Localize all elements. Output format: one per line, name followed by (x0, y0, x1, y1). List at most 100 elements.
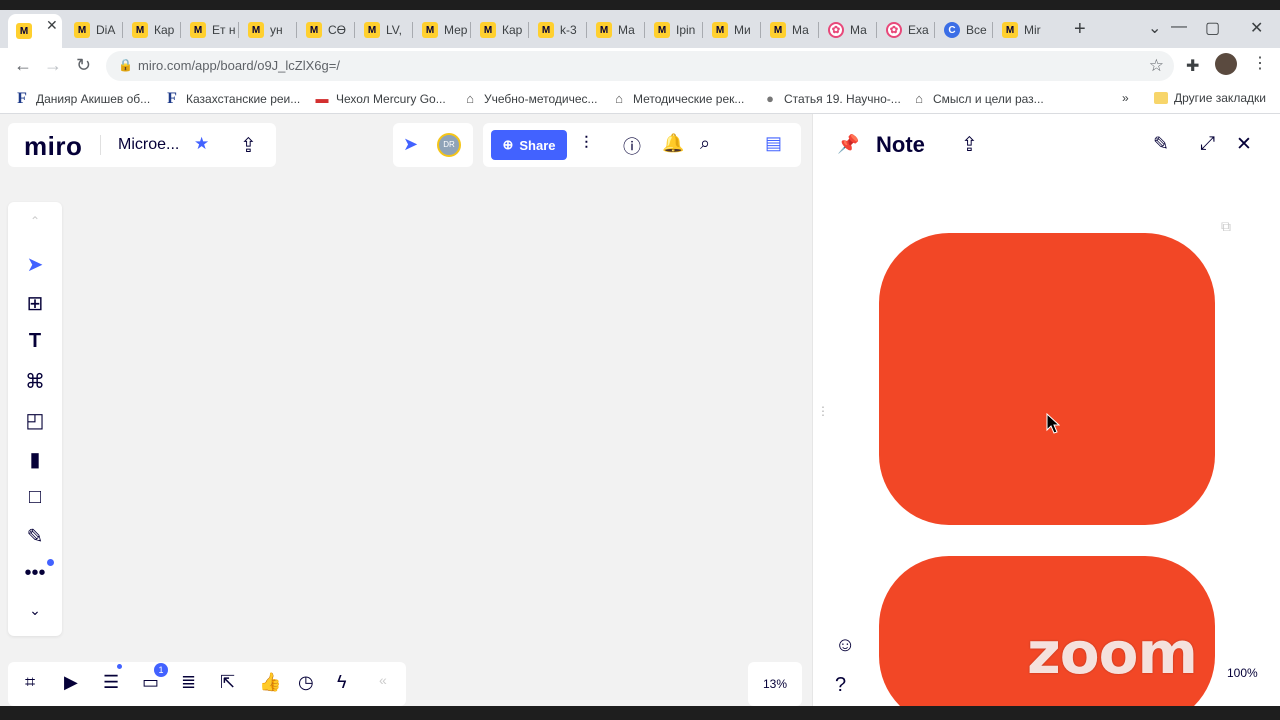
bookmark-item[interactable]: ⌂ Методические рек... (611, 91, 744, 107)
board-name[interactable]: Microe... (118, 136, 179, 154)
browser-tab[interactable]: M Ма (588, 16, 642, 44)
bell-icon[interactable]: 🔔 (662, 133, 684, 154)
tab-separator (876, 22, 877, 38)
collapse-up-icon[interactable]: ⌃ (8, 214, 62, 228)
timer-icon[interactable]: ◷ (298, 672, 314, 693)
collaborator-avatar[interactable]: DR (437, 133, 461, 157)
bookmarks-overflow-button[interactable]: » (1122, 91, 1129, 105)
zoom-level[interactable]: 13% (748, 662, 802, 706)
close-icon[interactable]: ✕ (1236, 133, 1252, 156)
menu-icon[interactable]: ⋮ (1252, 53, 1268, 73)
browser-tab[interactable]: M Mir (994, 16, 1048, 44)
help-circle-icon[interactable]: ? (835, 674, 846, 697)
browser-tab[interactable]: M Кар (124, 16, 178, 44)
bookmark-label: Статья 19. Научно-... (784, 92, 901, 106)
pin-icon[interactable]: 📌 (837, 134, 859, 155)
bookmark-label: Чехол Mercury Go... (336, 92, 446, 106)
star-icon[interactable]: ★ (194, 134, 209, 154)
reload-icon[interactable]: ↻ (76, 55, 91, 76)
presentation-icon[interactable]: ▶ (64, 672, 78, 693)
note-card[interactable] (879, 233, 1215, 525)
other-bookmarks-folder[interactable]: Другие закладки (1154, 91, 1266, 105)
text-tool-icon[interactable]: T (8, 330, 62, 353)
chart-icon[interactable]: ▮ (8, 447, 62, 472)
browser-tab[interactable]: ✿ Exa (878, 16, 932, 44)
notes-icon[interactable]: ▤ (765, 133, 782, 154)
browser-tab[interactable]: M Мер (414, 16, 468, 44)
tab-search-icon[interactable]: ⌄ (1148, 18, 1161, 38)
bottom-toolbar: ⌗ ▶ ☰ ▭ 1 ≣ ⇱ 👍 ◷ ϟ « (8, 662, 406, 706)
browser-tab[interactable]: Mун (240, 16, 294, 44)
address-bar[interactable]: 🔒 miro.com/app/board/o9J_lcZlX6g=/ ☆ (106, 51, 1174, 81)
browser-tab[interactable]: M Ет н (182, 16, 236, 44)
panel-export-icon[interactable]: ⇪ (961, 132, 978, 157)
share-screen-icon[interactable]: ⇱ (220, 672, 235, 693)
export-icon[interactable]: ⇪ (240, 133, 257, 158)
browser-tab[interactable]: ✿ Ма (820, 16, 874, 44)
miro-favicon-icon: M (770, 22, 786, 38)
board-canvas[interactable]: miro Microe... ★ ⇪ ➤ DR ⊕ Share ⫶ ⓘ 🔔 ⌕ … (0, 114, 812, 706)
maximize-icon[interactable]: ▢ (1205, 18, 1220, 38)
help-icon[interactable]: ⓘ (623, 133, 641, 159)
more-tools-icon[interactable]: ••• (8, 562, 62, 585)
close-tab-icon[interactable]: ✕ (46, 17, 58, 34)
add-card-icon[interactable]: ⧉ (1221, 218, 1231, 235)
vote-icon[interactable]: 👍 (259, 672, 281, 693)
bookmark-item[interactable]: F Данияр Акишев об... (14, 91, 150, 107)
bookmark-item[interactable]: ▬ Чехол Mercury Go... (314, 91, 446, 107)
browser-tab[interactable]: M СӨ (298, 16, 352, 44)
tab-label: ун (270, 23, 283, 37)
expand-down-icon[interactable]: ⌄ (8, 602, 62, 619)
pen-icon[interactable]: ✎ (8, 524, 62, 549)
cards-icon[interactable]: ≣ (181, 672, 196, 693)
miro-logo[interactable]: miro (24, 131, 82, 162)
expand-icon[interactable]: ⤢ (1200, 133, 1215, 155)
cursor-filter-icon[interactable]: ➤ (403, 134, 418, 155)
window-close-icon[interactable]: ✕ (1250, 18, 1263, 38)
tab-label: Ет н (212, 23, 236, 37)
select-tool-icon[interactable]: ➤ (8, 252, 62, 277)
browser-tab[interactable]: M Ipin (646, 16, 700, 44)
browser-tab[interactable]: C Все (936, 16, 990, 44)
resize-handle[interactable]: ⋮ (817, 404, 829, 418)
tab-label: Mir (1024, 23, 1041, 37)
forward-icon[interactable]: → (44, 55, 62, 76)
collapse-left-icon[interactable]: « (379, 672, 387, 688)
settings-sliders-icon[interactable]: ⫶ (584, 133, 589, 154)
miro-favicon-icon: M (16, 23, 32, 39)
minimize-icon[interactable]: — (1171, 18, 1187, 36)
browser-tab[interactable]: Mk-3 (530, 16, 584, 44)
emoji-icon[interactable]: ☺ (835, 634, 855, 657)
frames-icon[interactable]: ⌗ (25, 672, 35, 693)
notification-badge: 1 (154, 663, 168, 677)
tab-separator (354, 22, 355, 38)
share-button[interactable]: ⊕ Share (491, 130, 567, 160)
bookmark-item[interactable]: ⌂ Учебно-методичес... (462, 91, 597, 107)
browser-window: M M DiA M Кар M Ет н Mун M СӨ M LV, M Мер M Кар Mk-3 M Ма M… (0, 10, 1280, 706)
comments-icon[interactable]: ☰ (103, 672, 119, 693)
browser-tab[interactable]: M Ми (704, 16, 758, 44)
new-tab-button[interactable]: + (1074, 18, 1086, 41)
extensions-icon[interactable]: ✚ (1186, 56, 1199, 76)
bookmark-item[interactable]: ⌂ Смысл и цели раз... (911, 91, 1044, 107)
browser-tab[interactable]: M Кар (472, 16, 526, 44)
bookmark-favicon-icon: F (17, 90, 27, 107)
edit-users-icon[interactable]: ✎ (1153, 133, 1169, 156)
search-icon[interactable]: ⌕ (700, 133, 710, 154)
browser-tab[interactable]: M DiA (66, 16, 120, 44)
back-icon[interactable]: ← (14, 55, 32, 76)
shape-icon[interactable]: □ (8, 486, 62, 509)
bookmark-item[interactable]: ● Статья 19. Научно-... (762, 91, 901, 107)
sticky-note-icon[interactable]: ◰ (8, 408, 62, 433)
profile-avatar[interactable] (1215, 53, 1237, 75)
templates-icon[interactable]: ⊞ (8, 291, 62, 316)
browser-tab[interactable]: M Ма (762, 16, 816, 44)
browser-tab[interactable]: M LV, (356, 16, 410, 44)
mindmap-icon[interactable]: ⌘ (8, 369, 62, 394)
note-panel: 📌 Note ⇪ ✎ ⤢ ✕ ⋮ ⧉ ☺ ? zoom 100% (812, 114, 1280, 706)
bookmark-item[interactable]: F Казахстанские реи... (164, 91, 300, 107)
bookmark-favicon-icon: ⌂ (615, 91, 623, 106)
other-bookmarks-label: Другие закладки (1174, 91, 1266, 105)
bookmark-star-icon[interactable]: ☆ (1149, 56, 1164, 76)
lightning-icon[interactable]: ϟ (337, 672, 347, 693)
